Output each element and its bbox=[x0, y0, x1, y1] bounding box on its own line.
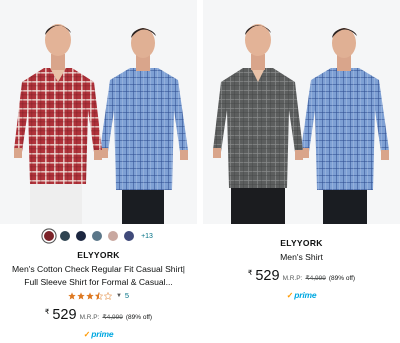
front-model bbox=[213, 24, 303, 224]
star-icon bbox=[77, 291, 85, 300]
discount: (89% off) bbox=[328, 275, 356, 282]
star-half-icon bbox=[94, 291, 103, 300]
color-swatch[interactable] bbox=[60, 231, 71, 241]
discount: (89% off) bbox=[125, 314, 153, 321]
color-swatch[interactable] bbox=[108, 231, 119, 241]
mrp-value: ₹4,999 bbox=[102, 314, 123, 321]
product-title-line[interactable]: Men's Shirt bbox=[203, 251, 400, 264]
prime-badge: ✓ prime bbox=[203, 290, 400, 300]
product-image[interactable] bbox=[203, 0, 400, 224]
product-card-1[interactable]: +13 ELYYORK Men's Cotton Check Regular F… bbox=[0, 0, 197, 343]
mrp-label: M.R.P: bbox=[79, 314, 100, 321]
currency-symbol: ₹ bbox=[247, 270, 253, 277]
price: 529 bbox=[255, 268, 280, 284]
star-rating[interactable] bbox=[68, 291, 112, 300]
color-swatch[interactable] bbox=[76, 231, 87, 241]
back-model bbox=[301, 28, 389, 224]
product-photo bbox=[213, 24, 389, 224]
prime-label: prime bbox=[294, 290, 317, 300]
chevron-down-icon[interactable]: ▼ bbox=[116, 293, 122, 299]
product-title[interactable]: Men's Cotton Check Regular Fit Casual Sh… bbox=[0, 263, 197, 289]
product-title[interactable]: Men's Shirt bbox=[203, 251, 400, 264]
product-photo bbox=[14, 24, 188, 224]
currency-symbol: ₹ bbox=[44, 309, 50, 316]
more-colors-link[interactable]: +13 bbox=[141, 233, 153, 240]
front-model bbox=[14, 24, 102, 224]
mrp-label: M.R.P: bbox=[282, 275, 303, 282]
color-swatches: +13 bbox=[0, 231, 197, 241]
mrp-value: ₹4,999 bbox=[305, 275, 326, 282]
product-title-line[interactable]: Full Sleeve Shirt for Formal & Casual... bbox=[0, 276, 197, 289]
star-icon bbox=[68, 291, 76, 300]
product-card-2[interactable]: ELYYORK Men's Shirt ₹ 529 M.R.P: ₹4,999 … bbox=[203, 0, 400, 343]
checkmark-icon: ✓ bbox=[286, 290, 294, 300]
checkmark-icon: ✓ bbox=[83, 329, 91, 339]
color-swatch[interactable] bbox=[44, 231, 55, 241]
star-icon bbox=[86, 291, 94, 300]
price: 529 bbox=[52, 307, 77, 323]
product-image[interactable] bbox=[0, 0, 197, 224]
rating-row[interactable]: ▼ 5 bbox=[0, 291, 197, 300]
price-row: ₹ 529 M.R.P: ₹4,999 (89% off) bbox=[0, 307, 197, 323]
prime-label: prime bbox=[91, 329, 114, 339]
review-count[interactable]: 5 bbox=[125, 291, 129, 300]
color-swatch[interactable] bbox=[92, 231, 103, 241]
prime-badge: ✓ prime bbox=[0, 329, 197, 339]
color-swatch[interactable] bbox=[124, 231, 135, 241]
brand-name: ELYYORK bbox=[280, 238, 323, 248]
star-empty-icon bbox=[103, 291, 112, 300]
product-title-line[interactable]: Men's Cotton Check Regular Fit Casual Sh… bbox=[0, 263, 197, 276]
back-model bbox=[100, 28, 188, 224]
price-row: ₹ 529 M.R.P: ₹4,999 (89% off) bbox=[203, 268, 400, 284]
brand-name: ELYYORK bbox=[77, 250, 120, 260]
